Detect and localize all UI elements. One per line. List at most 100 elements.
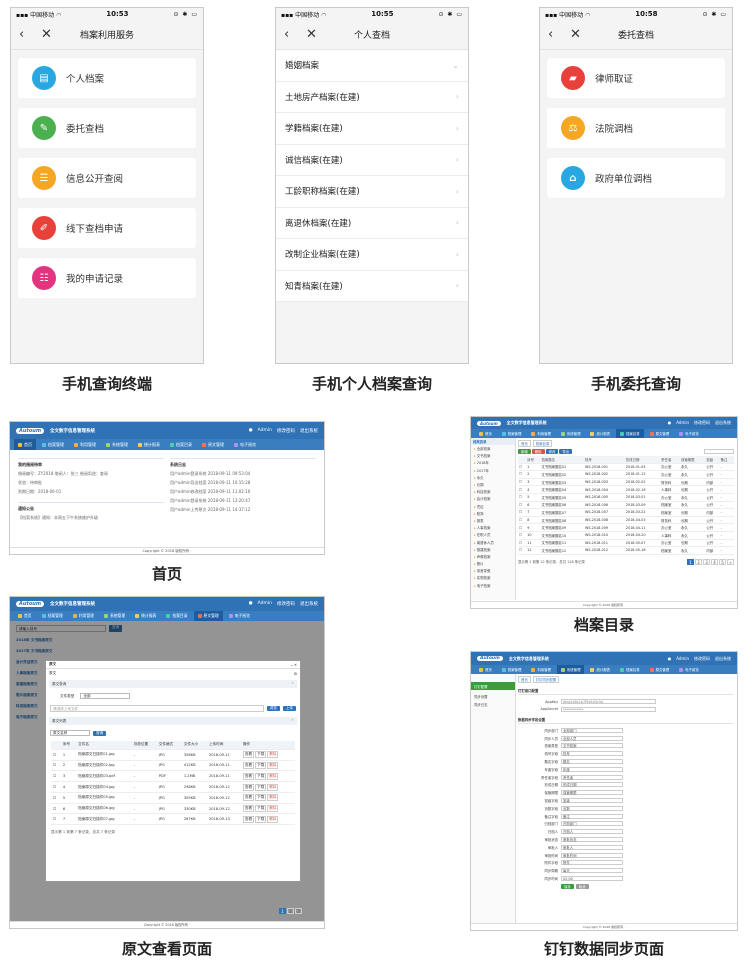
menu-item[interactable]: 利用管理 bbox=[69, 611, 98, 621]
change-password-link[interactable]: 修改密码 bbox=[694, 656, 710, 662]
menu-item[interactable]: 档案管理 bbox=[498, 429, 526, 438]
column-header[interactable]: 上传时间 bbox=[206, 741, 241, 750]
search-input[interactable] bbox=[704, 449, 734, 454]
add-button[interactable]: 新增 bbox=[518, 449, 531, 454]
tree-node[interactable]: ▸ 文书档案 bbox=[471, 452, 515, 459]
menu-item[interactable]: 系统管理 bbox=[102, 439, 132, 450]
service-card[interactable]: ▰ 律师取证 bbox=[547, 58, 725, 98]
close-icon[interactable]: ✕ bbox=[294, 663, 297, 667]
column-header[interactable]: 档案题名 bbox=[540, 456, 584, 464]
tree-node[interactable]: ▸ 基建档案 bbox=[471, 546, 515, 553]
table-row[interactable]: ☐ 2 档案原文扫描件02.jpg - JPG 412KB 2018-09-11 查看 下载 删除 bbox=[51, 760, 295, 772]
field-input[interactable]: 每天 bbox=[561, 868, 623, 874]
row-checkbox[interactable]: ☐ bbox=[518, 516, 527, 525]
field-input[interactable]: 02:00 bbox=[561, 875, 623, 881]
cancel-button[interactable]: 取消 bbox=[575, 883, 589, 889]
table-row[interactable]: ☐ 4 档案原文扫描件04.jpg - JPG 298KB 2018-09-12 查看 下载 删除 bbox=[51, 781, 295, 793]
tree-node[interactable]: ▸ 长期 bbox=[471, 481, 515, 488]
field-input[interactable]: 档号 bbox=[561, 751, 623, 757]
service-card[interactable]: ☷ 我的申请记录 bbox=[18, 258, 196, 298]
row-checkbox[interactable]: ☐ bbox=[51, 813, 61, 826]
back-icon[interactable]: ‹ bbox=[19, 27, 41, 42]
menu-item[interactable]: 档案目录 bbox=[616, 665, 644, 674]
menu-item[interactable]: 系统管理 bbox=[557, 429, 585, 438]
service-card[interactable]: ⚖ 法院调档 bbox=[547, 108, 725, 148]
field-input[interactable]: 形成日期 bbox=[561, 782, 623, 788]
tab-dingtalk-config[interactable]: 钉钉同步配置 bbox=[532, 676, 560, 683]
page-button[interactable]: » bbox=[727, 558, 734, 565]
archive-type-item[interactable]: 诚信档案(在建) › bbox=[276, 145, 468, 176]
menu-item[interactable]: 利用管理 bbox=[527, 429, 555, 438]
close-icon[interactable]: ✕ bbox=[570, 27, 592, 42]
tree-node[interactable]: ▸ 永久 bbox=[471, 474, 515, 481]
save-button[interactable]: 保存 bbox=[561, 883, 574, 889]
tree-node[interactable]: ▸ 实物档案 bbox=[471, 574, 515, 581]
menu-item[interactable]: 原文管理 bbox=[193, 611, 223, 621]
browse-button[interactable]: 浏览 bbox=[266, 706, 280, 711]
table-row[interactable]: ☐ 3 档案原文扫描件03.pdf - PDF 1.2MB 2018-09-11 查看 下载 删除 bbox=[51, 770, 295, 783]
logout-link[interactable]: 退出系统 bbox=[715, 420, 731, 426]
field-input[interactable]: ************ bbox=[561, 706, 656, 712]
row-checkbox[interactable]: ☐ bbox=[518, 531, 527, 540]
settings-icon[interactable]: ⚙ bbox=[294, 672, 297, 676]
page-button[interactable]: 2 bbox=[287, 908, 294, 914]
menu-item[interactable]: 统计报表 bbox=[134, 439, 164, 450]
menu-item[interactable]: 原文管理 bbox=[198, 439, 228, 450]
field-input[interactable]: 全部部门 bbox=[561, 727, 623, 733]
row-checkbox[interactable]: ☐ bbox=[518, 493, 527, 502]
tree-node[interactable]: ▸ 声像档案 bbox=[471, 553, 515, 560]
menu-item[interactable]: 首页 bbox=[475, 429, 496, 438]
menu-item[interactable]: 档案目录 bbox=[166, 439, 196, 450]
close-icon[interactable]: ✕ bbox=[306, 27, 328, 42]
column-header[interactable]: 保管期限 bbox=[680, 456, 706, 464]
field-input[interactable]: 密级 bbox=[561, 797, 623, 803]
download-button[interactable]: 下载 bbox=[255, 783, 267, 791]
menu-item[interactable]: 系统管理 bbox=[556, 665, 585, 674]
menu-item[interactable]: 原文管理 bbox=[646, 429, 674, 438]
page-button[interactable]: 4 bbox=[711, 558, 718, 565]
column-header[interactable]: 形成日期 bbox=[624, 456, 661, 464]
field-input[interactable]: 全部人员 bbox=[561, 735, 623, 741]
row-checkbox[interactable]: ☐ bbox=[518, 470, 527, 479]
view-button[interactable]: 查看 bbox=[242, 815, 255, 823]
tab-home[interactable]: 首页 bbox=[518, 676, 531, 683]
service-card[interactable]: ✐ 线下查档申请 bbox=[18, 208, 196, 248]
table-row[interactable]: ☐ 6 文书档案题名06 WS-2018-006 2018-03-09 档案室 永久 公开 - bbox=[518, 501, 734, 510]
column-header[interactable]: 操作 bbox=[240, 741, 295, 750]
table-row[interactable]: ☐ 5 文书档案题名05 WS-2018-005 2018-03-01 办公室 永久 公开 - bbox=[518, 493, 734, 502]
page-button[interactable]: 3 bbox=[295, 908, 302, 914]
field-input[interactable]: 附件 bbox=[561, 860, 623, 866]
logout-link[interactable]: 退出系统 bbox=[300, 428, 318, 434]
menu-item[interactable]: 电子阅览 bbox=[675, 429, 703, 438]
field-input[interactable]: 审批状态 bbox=[561, 836, 623, 842]
archive-type-item[interactable]: 工龄职称档案(在建) › bbox=[276, 176, 468, 208]
column-header[interactable]: 文件大小 bbox=[181, 741, 207, 750]
table-row[interactable]: ☐ 1 档案原文扫描件01.jpg - JPG 356KB 2018-09-11 查看 下载 删除 bbox=[51, 749, 295, 761]
archive-type-item[interactable]: 学籍档案(在建) › bbox=[276, 113, 468, 145]
column-header[interactable]: 密级 bbox=[705, 456, 720, 464]
tree-node[interactable]: ▸ 人事档案 bbox=[471, 524, 515, 531]
tree-node[interactable]: ▸ 录音录像 bbox=[471, 567, 515, 574]
column-header[interactable]: 序号 bbox=[526, 456, 541, 464]
file-type-select[interactable]: 全部 bbox=[80, 693, 131, 699]
column-header[interactable] bbox=[518, 456, 527, 464]
menu-item[interactable]: 统计报表 bbox=[586, 429, 614, 438]
table-row[interactable]: ☐ 7 档案原文扫描件07.jpg - JPG 287KB 2018-09-13 查看 下载 删除 bbox=[51, 813, 295, 826]
logout-link[interactable]: 退出系统 bbox=[715, 656, 731, 662]
table-row[interactable]: ☐ 7 文书档案题名07 WS-2018-007 2018-03-22 档案室 长期 内部 - bbox=[518, 508, 734, 517]
field-input[interactable]: 年度 bbox=[561, 766, 623, 772]
row-checkbox[interactable]: ☐ bbox=[51, 760, 61, 772]
change-password-link[interactable]: 修改密码 bbox=[277, 601, 295, 607]
download-button[interactable]: 下载 bbox=[255, 772, 267, 780]
tree-node[interactable]: ▸ 在职人员 bbox=[471, 531, 515, 538]
archive-type-item[interactable]: 婚姻档案 ⌄ bbox=[276, 50, 468, 82]
table-row[interactable]: ☐ 10 文书档案题名10 WS-2018-010 2018-04-20 人事科 永久 公开 - bbox=[518, 531, 734, 540]
column-header[interactable]: 文件格式 bbox=[156, 741, 182, 750]
service-card[interactable]: ☰ 信息公开查阅 bbox=[18, 158, 196, 198]
sidebar-item-sync-settings[interactable]: 同步设置 bbox=[471, 692, 515, 700]
user-name[interactable]: Admin bbox=[258, 601, 272, 607]
tree-node[interactable]: ▸ 电子档案 bbox=[471, 582, 515, 589]
row-checkbox[interactable]: ☐ bbox=[518, 539, 527, 548]
field-input[interactable]: 备注 bbox=[561, 813, 623, 819]
column-header[interactable]: 备注 bbox=[719, 456, 734, 464]
